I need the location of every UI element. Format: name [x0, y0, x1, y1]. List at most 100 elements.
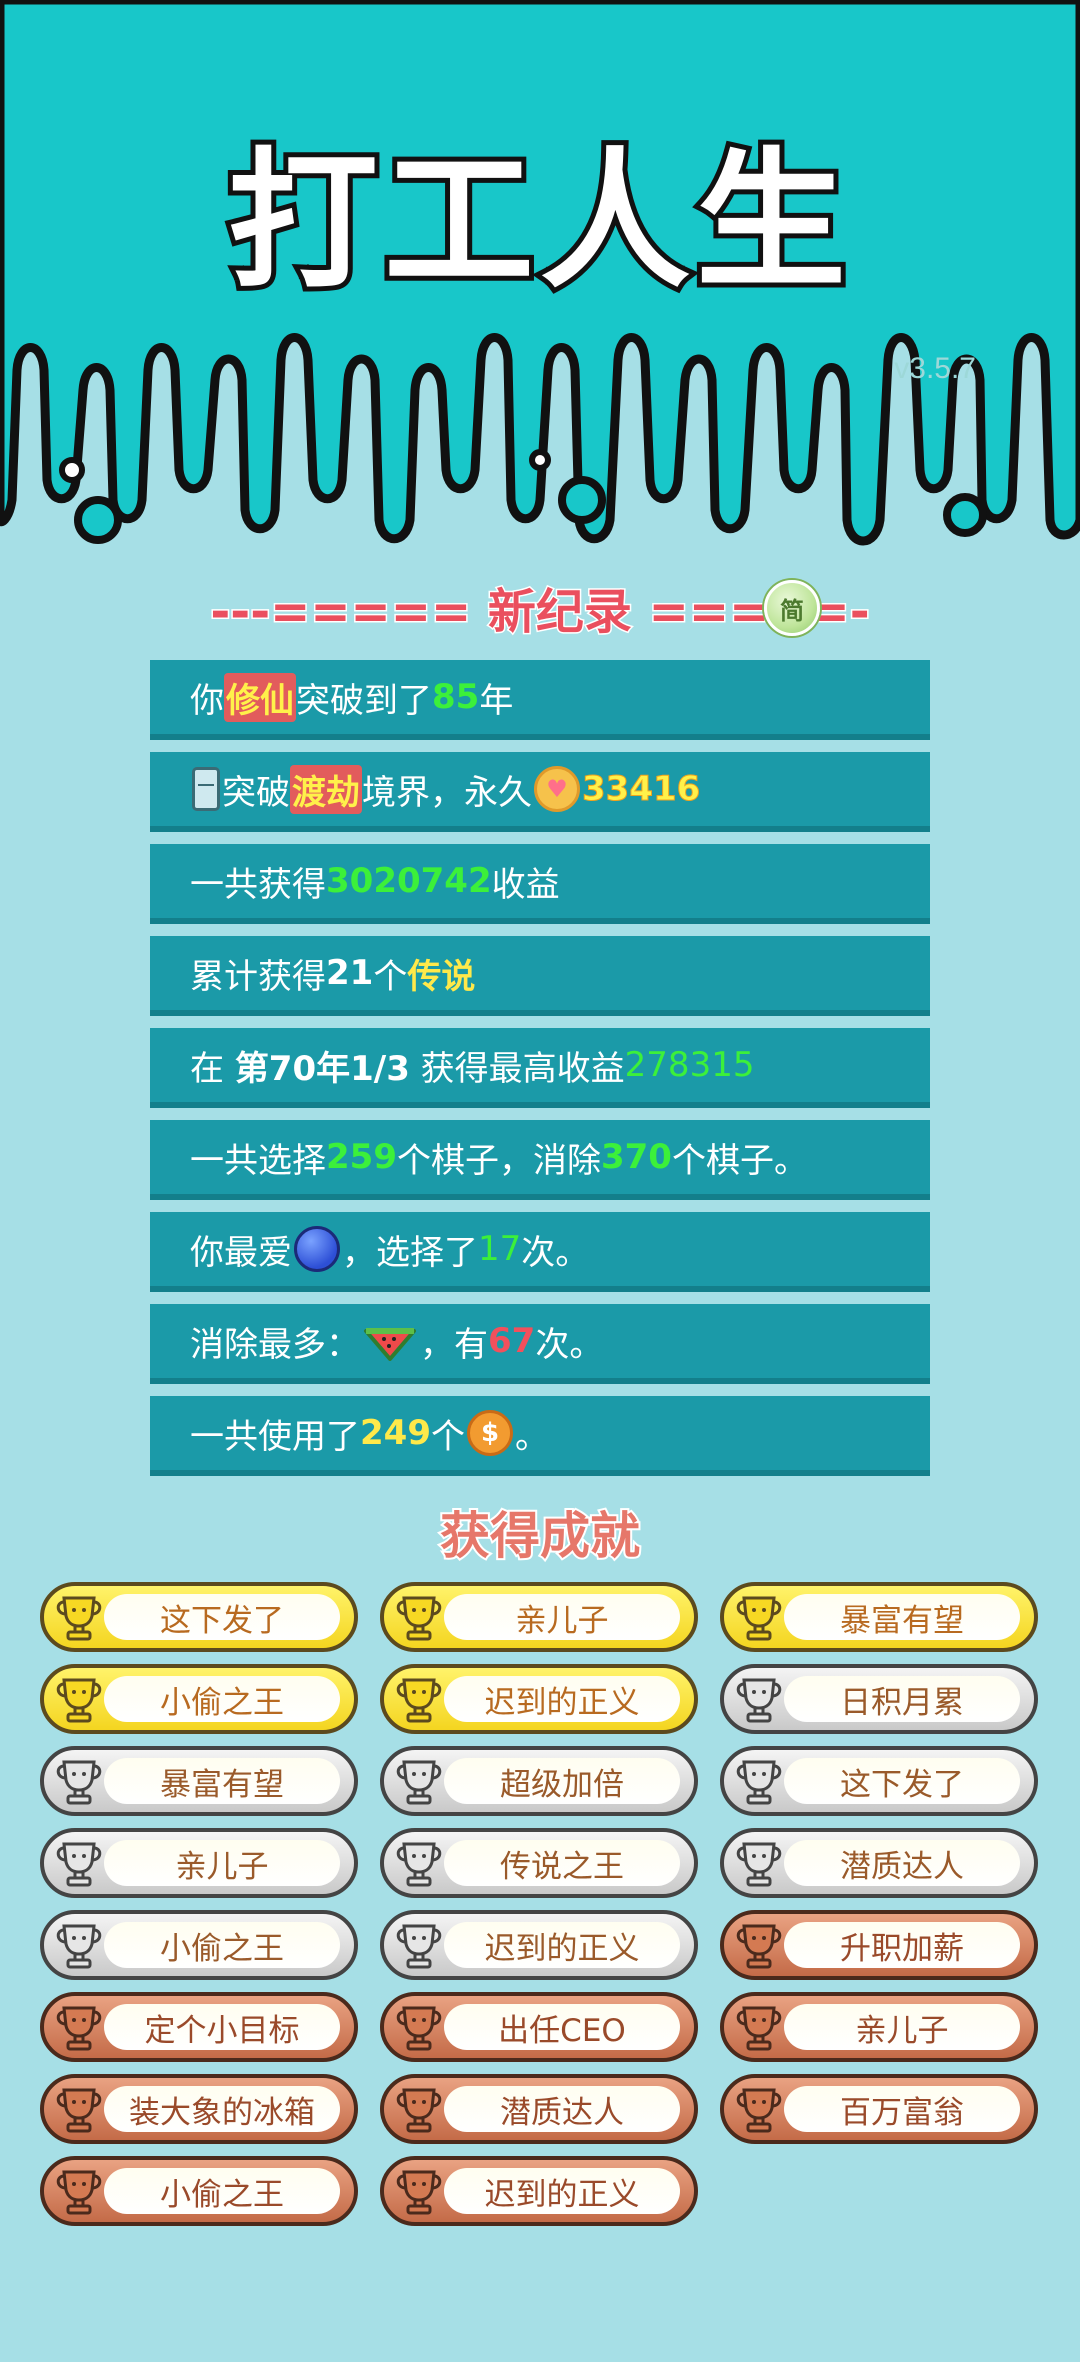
stat-row-total-income: 一共获得 3020742 收益 [150, 844, 930, 924]
realm-highlight: 渡劫 [290, 764, 362, 814]
achievement-badge[interactable]: 亲儿子 [40, 1828, 358, 1898]
achievement-label: 暴富有望 [160, 1766, 284, 1803]
legend-label: 传说 [407, 956, 476, 997]
achievement-badge[interactable]: 日积月累 [720, 1664, 1038, 1734]
trophy-icon [56, 1842, 102, 1887]
stat-row-favorite: 你最爱 ，选择了 17 次。 [150, 1212, 930, 1292]
permanent-value: 33416 [581, 769, 701, 810]
total-income-value: 3020742 [326, 861, 492, 901]
achievement-badge[interactable]: 迟到的正义 [380, 1910, 698, 1980]
achievement-label: 日积月累 [840, 1684, 964, 1721]
legends-count: 21 [326, 953, 374, 993]
achievement-label: 亲儿子 [855, 2012, 949, 2049]
achievement-badge[interactable]: 潜质达人 [380, 2074, 698, 2144]
achievement-badge[interactable]: 这下发了 [720, 1746, 1038, 1816]
achievement-label: 百万富翁 [840, 2094, 964, 2131]
heart-coin-icon: ♥ [534, 766, 580, 812]
highest-income-value: 278315 [624, 1045, 755, 1085]
achievement-label: 迟到的正义 [484, 1930, 640, 1967]
header: 打工人生 v3.5.7 [0, 0, 1080, 560]
achievement-label: 暴富有望 [840, 1602, 964, 1639]
trophy-icon [56, 2170, 102, 2215]
watermelon-icon [364, 1328, 416, 1361]
trophy-icon [56, 2088, 102, 2133]
achievement-badge[interactable]: 百万富翁 [720, 2074, 1038, 2144]
achievement-badge[interactable]: 暴富有望 [40, 1746, 358, 1816]
achievement-label: 超级加倍 [500, 1766, 624, 1803]
trophy-icon [396, 2170, 442, 2215]
achievement-badge[interactable]: 亲儿子 [380, 1582, 698, 1652]
stat-row-coins-used: 一共使用了 249 个 $ 。 [150, 1396, 930, 1476]
stat-row-legends: 累计获得 21 个 传说 [150, 936, 930, 1016]
achievement-label: 迟到的正义 [484, 1684, 640, 1721]
new-record-title: ---===== 新纪录 =====- [209, 583, 871, 642]
trophy-icon [396, 2006, 442, 2051]
achievement-label: 潜质达人 [500, 2094, 624, 2131]
blueberry-icon [294, 1226, 340, 1272]
dollar-coin-icon: $ [466, 1410, 513, 1456]
achievement-label: 亲儿子 [175, 1848, 269, 1885]
pieces-removed-value: 370 [600, 1137, 672, 1177]
stat-row-pieces: 一共选择 259 个棋子，消除 370 个棋子。 [150, 1120, 930, 1200]
achievement-label: 这下发了 [840, 1766, 964, 1803]
stat-row-realm: 突破 渡劫 境界，永久 ♥ 33416 [150, 752, 930, 832]
trophy-icon [736, 2006, 782, 2051]
simplified-toggle-button[interactable]: 简 [764, 580, 820, 636]
trophy-icon [56, 1760, 102, 1805]
trophy-icon [396, 1596, 442, 1641]
stats-panel: 你 修仙 突破到了 85 年 突破 渡劫 境界，永久 ♥ 33416 一共获得 … [150, 660, 930, 1488]
achievement-badge[interactable]: 传说之王 [380, 1828, 698, 1898]
trophy-icon [736, 1596, 782, 1641]
achievement-label: 迟到的正义 [484, 2176, 640, 2213]
stat-row-most-removed: 消除最多： ，有 67 次。 [150, 1304, 930, 1384]
achievement-label: 潜质达人 [840, 1848, 964, 1885]
achievement-label: 传说之王 [500, 1848, 624, 1885]
achievement-badge[interactable]: 小偷之王 [40, 1664, 358, 1734]
pieces-chosen-value: 259 [326, 1137, 397, 1177]
achievement-badge[interactable]: 暴富有望 [720, 1582, 1038, 1652]
achievement-badge[interactable]: 出任CEO [380, 1992, 698, 2062]
achievement-label: 小偷之王 [160, 2176, 284, 2213]
years-value: 85 [432, 677, 480, 717]
trophy-icon [56, 1924, 102, 1969]
achievement-badge[interactable]: 定个小目标 [40, 1992, 358, 2062]
trophy-icon [56, 2006, 102, 2051]
achievement-label: 出任CEO [498, 2012, 626, 2049]
cultivation-highlight: 修仙 [224, 672, 296, 722]
stat-row-highest-income: 在 第70年1/3 获得最高收益 278315 [150, 1028, 930, 1108]
trophy-icon [736, 1760, 782, 1805]
achievement-badge[interactable]: 小偷之王 [40, 2156, 358, 2226]
highest-income-time: 第70年1/3 [234, 1048, 410, 1089]
trophy-icon [736, 2088, 782, 2133]
version-label: v3.5.7 [894, 352, 976, 385]
achievement-badge[interactable]: 潜质达人 [720, 1828, 1038, 1898]
achievement-label: 升职加薪 [840, 1930, 964, 1967]
achievement-badge[interactable]: 这下发了 [40, 1582, 358, 1652]
achievement-badge[interactable]: 亲儿子 [720, 1992, 1038, 2062]
trophy-icon [396, 2088, 442, 2133]
trophy-icon [736, 1842, 782, 1887]
achievement-label: 定个小目标 [144, 2012, 300, 2049]
trophy-icon [396, 1924, 442, 1969]
achievement-badge[interactable]: 升职加薪 [720, 1910, 1038, 1980]
achievement-label: 亲儿子 [515, 1602, 609, 1639]
stat-row-cultivation: 你 修仙 突破到了 85 年 [150, 660, 930, 740]
favorite-count: 17 [478, 1229, 522, 1269]
achievement-label: 装大象的冰箱 [129, 2094, 315, 2131]
achievement-badge[interactable]: 迟到的正义 [380, 2156, 698, 2226]
trophy-icon [56, 1596, 102, 1641]
game-title: 打工人生 [223, 130, 852, 314]
trophy-icon [396, 1842, 442, 1887]
most-removed-count: 67 [488, 1321, 536, 1361]
achievement-badge[interactable]: 小偷之王 [40, 1910, 358, 1980]
trophy-icon [396, 1760, 442, 1805]
achievement-label: 这下发了 [160, 1602, 284, 1639]
achievement-badge[interactable]: 装大象的冰箱 [40, 2074, 358, 2144]
trophy-icon [736, 1924, 782, 1969]
coins-used-value: 249 [360, 1413, 431, 1453]
trophy-icon [396, 1678, 442, 1723]
fridge-icon [192, 767, 220, 811]
achievement-badge[interactable]: 超级加倍 [380, 1746, 698, 1816]
achievement-badge[interactable]: 迟到的正义 [380, 1664, 698, 1734]
trophy-icon [736, 1678, 782, 1723]
